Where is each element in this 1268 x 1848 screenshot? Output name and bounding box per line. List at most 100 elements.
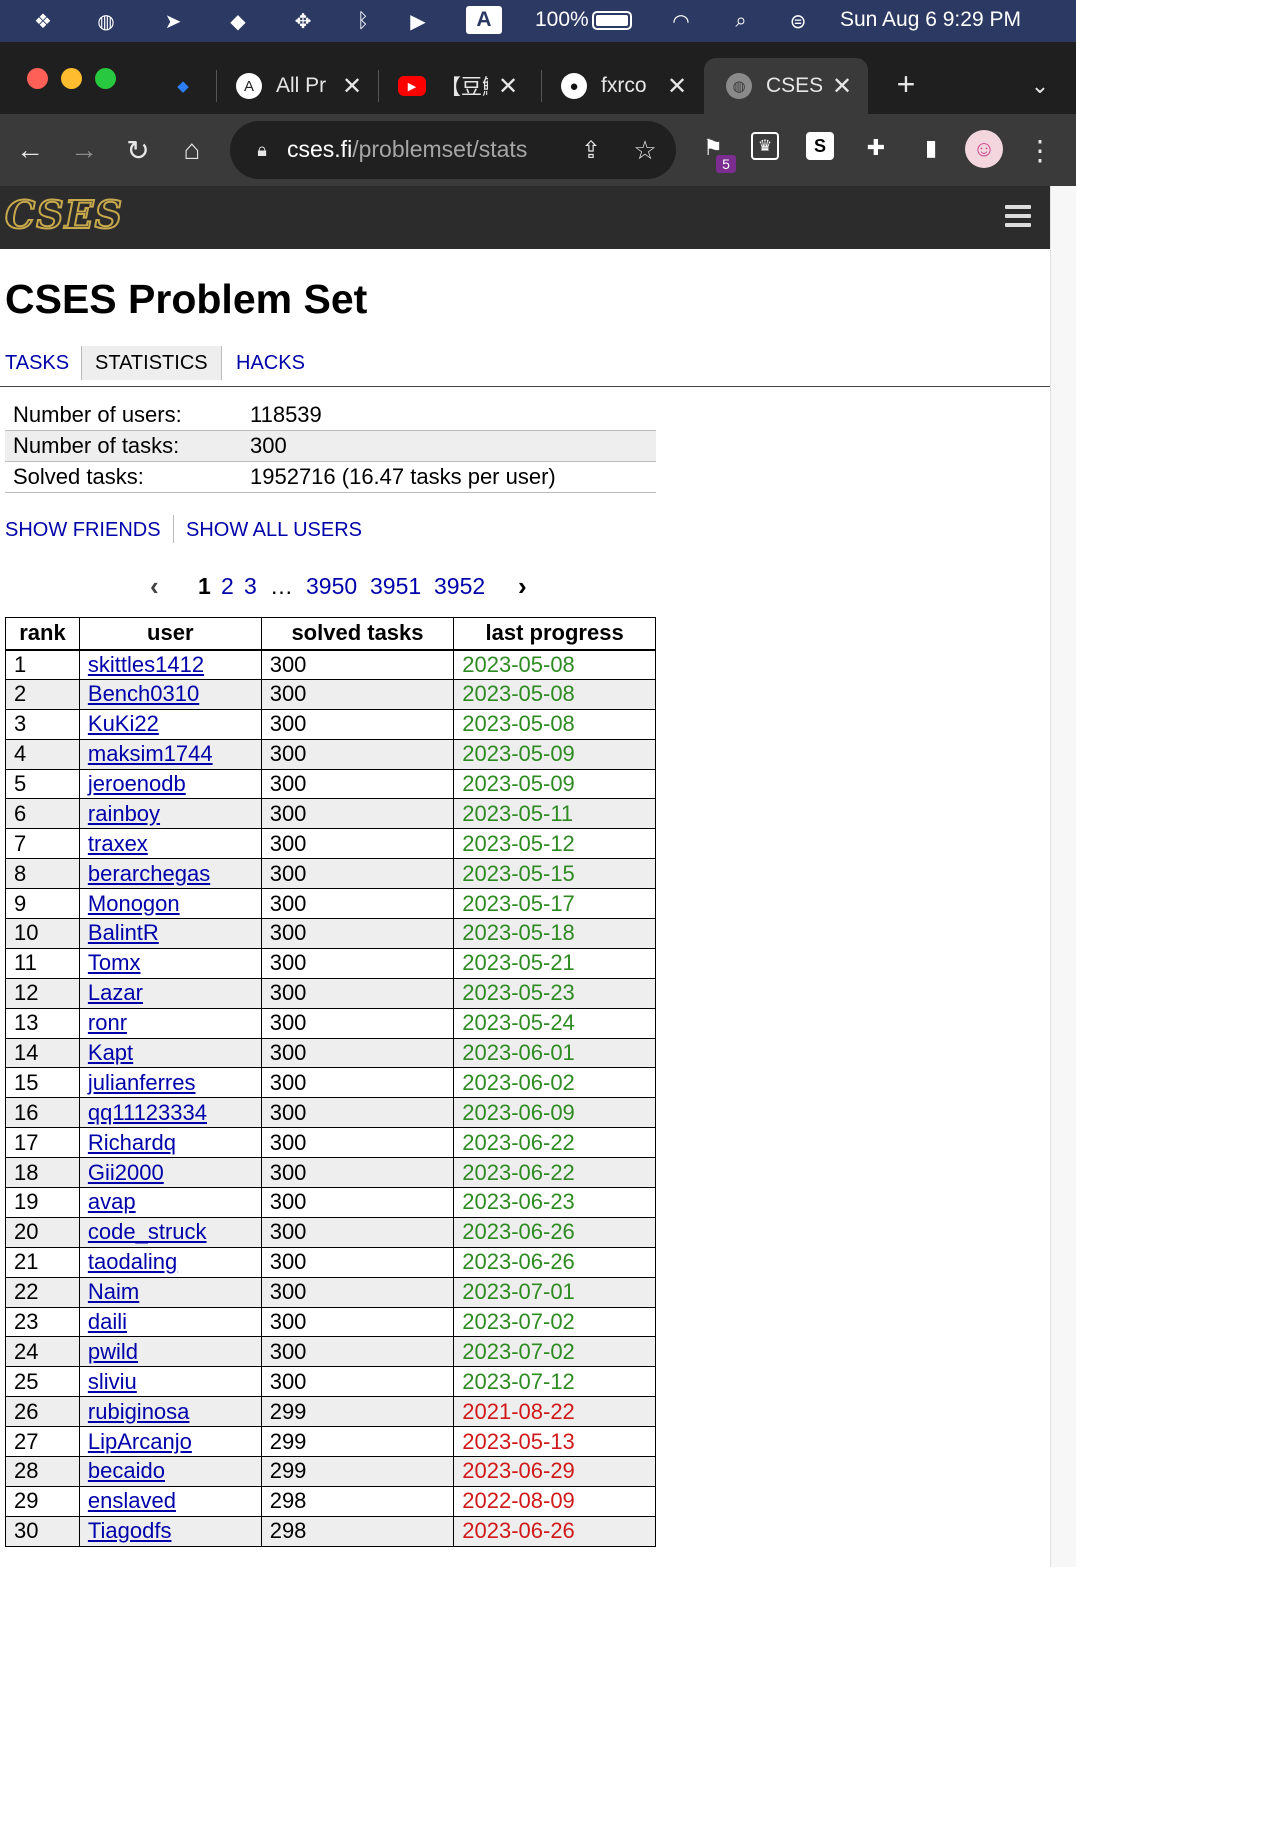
side-panel-icon[interactable]: ▮: [915, 132, 947, 164]
url-text[interactable]: cses.fi/problemset/stats: [287, 136, 527, 163]
user-profile-link[interactable]: maksim1744: [88, 741, 213, 766]
user-profile-link[interactable]: avap: [88, 1189, 136, 1214]
table-row: 26 rubiginosa 299 2021-08-22: [5, 1396, 656, 1428]
lock-icon[interactable]: 🔒︎: [244, 132, 280, 168]
page-scrollbar[interactable]: [1050, 186, 1076, 1567]
profile-avatar[interactable]: ☺: [965, 130, 1003, 168]
user-profile-link[interactable]: enslaved: [88, 1488, 176, 1513]
extension-s-icon[interactable]: S: [806, 132, 834, 160]
user-profile-link[interactable]: rubiginosa: [88, 1399, 190, 1424]
window-minimize-button[interactable]: [61, 68, 82, 89]
cursor-icon[interactable]: ✥: [290, 8, 316, 34]
tab-search-chevron-icon[interactable]: ⌄: [1022, 68, 1058, 104]
user-profile-link[interactable]: daili: [88, 1309, 127, 1334]
user-profile-link[interactable]: Lazar: [88, 980, 143, 1005]
user-profile-link[interactable]: skittles1412: [88, 652, 204, 677]
user-profile-link[interactable]: Tomx: [88, 950, 141, 975]
window-close-button[interactable]: [27, 68, 48, 89]
page-link[interactable]: 3: [244, 570, 257, 602]
cell-user: Kapt: [78, 1037, 262, 1069]
dropbox-icon[interactable]: ❖: [30, 8, 56, 34]
user-profile-link[interactable]: Tiagodfs: [88, 1518, 172, 1543]
battery-icon[interactable]: [592, 11, 632, 30]
user-profile-link[interactable]: becaido: [88, 1458, 165, 1483]
tab-youtube[interactable]: ▶ 【豆鮞 ✕: [398, 58, 528, 114]
tab-close-icon[interactable]: ✕: [667, 72, 687, 101]
new-tab-button[interactable]: +: [888, 66, 924, 102]
nav-tasks-link[interactable]: TASKS: [5, 346, 69, 380]
tab-cses[interactable]: ◍ CSES ✕: [704, 58, 868, 114]
telegram-icon[interactable]: ➤: [160, 8, 186, 34]
user-profile-link[interactable]: ronr: [88, 1010, 127, 1035]
hamburger-menu-icon[interactable]: [1005, 205, 1031, 227]
forward-button[interactable]: →: [66, 132, 102, 168]
user-profile-link[interactable]: pwild: [88, 1339, 138, 1364]
nav-statistics-tab[interactable]: STATISTICS: [81, 346, 222, 380]
back-button[interactable]: ←: [12, 132, 48, 168]
cell-solved-tasks: 300: [260, 1216, 455, 1248]
user-profile-link[interactable]: Bench0310: [88, 681, 199, 706]
cell-solved-tasks: 300: [260, 1276, 455, 1308]
show-all-users-link[interactable]: SHOW ALL USERS: [186, 515, 362, 545]
tab-close-icon[interactable]: ✕: [342, 72, 362, 101]
tab-close-icon[interactable]: ✕: [832, 72, 852, 101]
previous-page-chevron-icon[interactable]: ‹: [150, 570, 159, 602]
bookmark-star-icon[interactable]: ☆: [627, 132, 663, 168]
menubar-clock[interactable]: Sun Aug 6 9:29 PM: [840, 8, 1021, 32]
page-title: CSES Problem Set: [5, 276, 368, 322]
cell-solved-tasks: 300: [260, 738, 455, 770]
spotlight-search-icon[interactable]: ⌕: [728, 8, 754, 34]
show-friends-link[interactable]: SHOW FRIENDS: [5, 515, 161, 545]
user-profile-link[interactable]: LipArcanjo: [88, 1429, 192, 1454]
reload-button[interactable]: ↻: [120, 132, 156, 168]
cses-logo[interactable]: CSES: [4, 191, 123, 238]
control-center-icon[interactable]: ⊜: [785, 8, 811, 34]
cell-last-progress: 2023-06-26: [453, 1246, 656, 1278]
user-profile-link[interactable]: Richardq: [88, 1130, 176, 1155]
nav-hacks-link[interactable]: HACKS: [236, 346, 305, 380]
window-zoom-button[interactable]: [95, 68, 116, 89]
tag-icon[interactable]: ◆: [225, 8, 251, 34]
user-profile-link[interactable]: jeroenodb: [88, 771, 186, 796]
user-profile-link[interactable]: berarchegas: [88, 861, 210, 886]
stat-divider: [5, 492, 656, 493]
user-profile-link[interactable]: sliviu: [88, 1369, 137, 1394]
play-icon[interactable]: ▶: [405, 8, 431, 34]
user-profile-link[interactable]: code_struck: [88, 1219, 207, 1244]
user-profile-link[interactable]: taodaling: [88, 1249, 177, 1274]
user-profile-link[interactable]: qq11123334: [88, 1100, 207, 1125]
extension-badge: 5: [716, 155, 736, 173]
tab-atcoder[interactable]: A All Pr ✕: [236, 58, 366, 114]
cell-rank: 19: [5, 1187, 80, 1218]
user-profile-link[interactable]: Naim: [88, 1279, 139, 1304]
user-profile-link[interactable]: Gii2000: [88, 1160, 164, 1185]
share-icon[interactable]: ⇪: [573, 132, 609, 168]
user-profile-link[interactable]: traxex: [88, 831, 148, 856]
home-button[interactable]: ⌂: [174, 132, 210, 168]
user-profile-link[interactable]: julianferres: [88, 1070, 196, 1095]
tab-close-icon[interactable]: ✕: [498, 72, 518, 101]
extensions-puzzle-icon[interactable]: ✚: [860, 132, 892, 164]
input-source-indicator[interactable]: A: [466, 6, 502, 34]
page-link[interactable]: 2: [221, 570, 234, 602]
page-link[interactable]: 3952: [434, 570, 485, 602]
tab-github[interactable]: ● fxrco ✕: [561, 58, 691, 114]
tab-pinned[interactable]: ◆: [170, 58, 210, 114]
page-link[interactable]: 3950: [306, 570, 357, 602]
user-profile-link[interactable]: BalintR: [88, 920, 159, 945]
next-page-chevron-icon[interactable]: ›: [518, 570, 527, 602]
browser-menu-icon[interactable]: ⋮: [1022, 132, 1058, 168]
atcoder-icon: A: [236, 73, 262, 99]
wifi-icon[interactable]: ◠: [668, 8, 694, 34]
user-profile-link[interactable]: KuKi22: [88, 711, 159, 736]
bluetooth-icon[interactable]: ᛒ: [350, 8, 376, 34]
extension-portrait-icon[interactable]: ♛: [751, 132, 779, 160]
user-profile-link[interactable]: Monogon: [88, 891, 180, 916]
database-icon[interactable]: ◍: [93, 8, 119, 34]
user-profile-link[interactable]: rainboy: [88, 801, 160, 826]
page-link[interactable]: 3951: [370, 570, 421, 602]
stat-row-solved: Solved tasks: 1952716 (16.47 tasks per u…: [5, 462, 656, 492]
user-profile-link[interactable]: Kapt: [88, 1040, 133, 1065]
stat-row-tasks: Number of tasks: 300: [5, 431, 656, 461]
cell-user: enslaved: [78, 1485, 262, 1517]
